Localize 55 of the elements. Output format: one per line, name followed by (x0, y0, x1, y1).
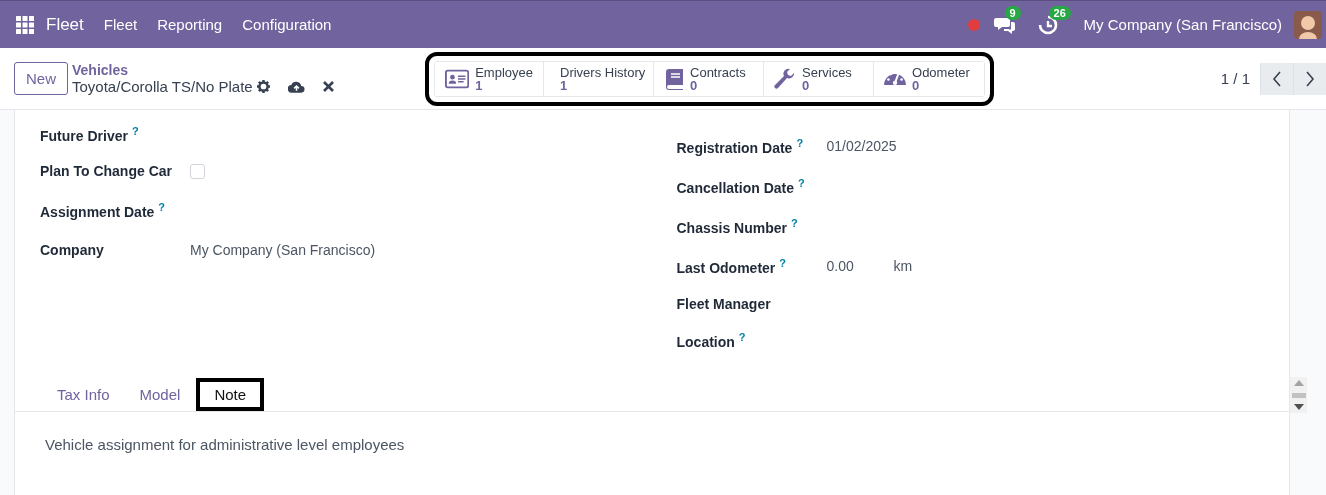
chevron-right-icon (1305, 70, 1315, 87)
company-switcher[interactable]: My Company (San Francisco) (1083, 16, 1282, 33)
apps-grid-icon[interactable] (16, 15, 34, 34)
id-card-icon (445, 68, 470, 89)
help-tooltip[interactable]: ? (791, 216, 798, 229)
field-label: Cancellation Date $^{?}$ (676, 176, 806, 196)
new-button[interactable]: New (14, 62, 68, 95)
field-label: Plan To Change Car (40, 163, 173, 179)
close-icon[interactable] (322, 81, 334, 92)
unit-label: km (893, 258, 913, 274)
menu-item[interactable]: Configuration (242, 16, 332, 33)
previous-button[interactable] (1260, 62, 1293, 95)
scroll-thumb[interactable] (1291, 392, 1306, 398)
menu-item[interactable]: Reporting (157, 16, 223, 33)
help-tooltip[interactable]: ? (738, 330, 746, 343)
field-label: Company (40, 242, 105, 258)
note-text: Vehicle assignment for administrative level employees (44, 435, 406, 455)
record-title: Toyota/Corolla TS/No Plate (72, 78, 253, 95)
field-label: Assignment Date $^{?}$ (40, 200, 167, 220)
help-tooltip[interactable]: ? (798, 176, 805, 189)
field-value[interactable]: 01/02/2025 (826, 138, 897, 154)
field-label: Fleet Manager (676, 296, 772, 312)
field-label: Registration Date $^{?}$ (676, 136, 805, 156)
message-count-badge: 9 (1004, 5, 1021, 20)
activity-count-badge: 26 (1048, 5, 1071, 20)
chevron-left-icon (1272, 70, 1282, 87)
field-value[interactable]: My Company (San Francisco) (190, 242, 376, 258)
breadcrumb-link[interactable]: Vehicles (72, 62, 372, 78)
field-label: Future Driver $^{?}$ (40, 124, 140, 144)
wrench-icon (774, 67, 796, 90)
help-tooltip[interactable]: ? (796, 136, 804, 149)
gauge-icon (884, 72, 906, 85)
help-tooltip[interactable]: ? (131, 124, 139, 137)
notebook-tab[interactable]: Model (125, 378, 195, 411)
user-avatar[interactable] (1294, 10, 1322, 39)
next-button[interactable] (1293, 62, 1326, 95)
settings-icon[interactable] (256, 80, 270, 93)
app-name[interactable]: Fleet (46, 14, 84, 35)
menu-item[interactable]: Fleet (103, 16, 138, 33)
field-label: Location $^{?}$ (676, 330, 747, 350)
help-tooltip[interactable]: ? (158, 200, 166, 213)
field-label: Chassis Number $^{?}$ (676, 216, 799, 236)
field-value[interactable]: 0.00 (826, 258, 894, 274)
recording-dot-icon[interactable] (967, 18, 980, 31)
field-label: Last Odometer $^{?}$ (676, 256, 788, 276)
checkbox[interactable] (190, 163, 205, 179)
scroll-down-arrow-icon[interactable] (1293, 404, 1304, 410)
notebook-tab[interactable]: Note (196, 378, 265, 411)
help-tooltip[interactable]: ? (779, 256, 787, 269)
notebook-tab[interactable]: Tax Info (43, 378, 124, 411)
scrollbar[interactable] (1290, 377, 1307, 413)
pager-counter: 1 / 1 (1220, 70, 1250, 87)
book-icon (664, 67, 684, 90)
cloud-upload-icon[interactable] (287, 80, 305, 93)
smart-button[interactable]: Employee 1 (435, 61, 544, 96)
